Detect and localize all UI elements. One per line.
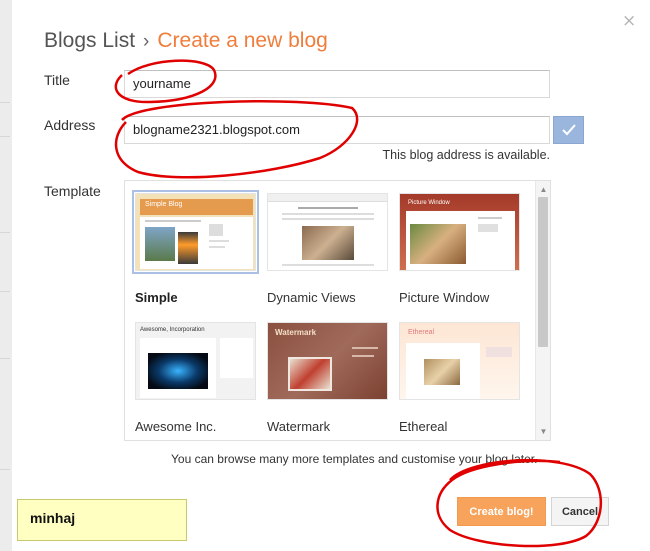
template-name: Simple: [135, 290, 178, 305]
template-name: Watermark: [267, 419, 331, 434]
template-scrollbar[interactable]: ▲ ▼: [535, 181, 550, 440]
address-status: This blog address is available.: [382, 148, 550, 162]
scroll-thumb[interactable]: [538, 197, 548, 347]
template-thumbnail: Watermark: [267, 322, 388, 400]
address-label: Address: [44, 117, 96, 133]
template-thumbnail: [267, 193, 388, 271]
breadcrumb-blogs-list[interactable]: Blogs List: [44, 29, 135, 52]
breadcrumb-separator: ›: [143, 31, 150, 52]
address-input[interactable]: blogname2321.blogspot.com: [124, 116, 550, 144]
template-thumbnail: Picture Window: [399, 193, 520, 271]
background-edge: [0, 0, 12, 551]
title-label: Title: [44, 72, 70, 88]
breadcrumb: Blogs List › Create a new blog: [44, 29, 328, 53]
scroll-down-icon[interactable]: ▼: [536, 425, 550, 438]
template-thumbnail: Simple Blog: [132, 190, 259, 274]
template-thumbnail: Awesome, Incorporation: [135, 322, 256, 400]
title-input[interactable]: yourname: [124, 70, 550, 98]
page-title: Create a new blog: [157, 29, 328, 52]
cancel-button[interactable]: Cancel: [551, 497, 609, 526]
template-name: Ethereal: [399, 419, 448, 434]
create-blog-button[interactable]: Create blog!: [457, 497, 546, 526]
template-thumbnail: Ethereal: [399, 322, 520, 400]
template-label: Template: [44, 183, 101, 199]
template-gallery: Simple Blog Simple Dynamic Views Picture…: [124, 180, 551, 441]
close-icon[interactable]: ×: [622, 13, 636, 30]
address-check-button[interactable]: [553, 116, 584, 144]
template-name: Picture Window: [399, 290, 490, 305]
browse-templates-hint: You can browse many more templates and c…: [171, 452, 538, 466]
scroll-up-icon[interactable]: ▲: [536, 183, 550, 196]
checkmark-icon: [561, 124, 576, 136]
annotation-note: minhaj: [17, 499, 187, 541]
template-name: Dynamic Views: [267, 290, 356, 305]
template-name: Awesome Inc.: [135, 419, 217, 434]
